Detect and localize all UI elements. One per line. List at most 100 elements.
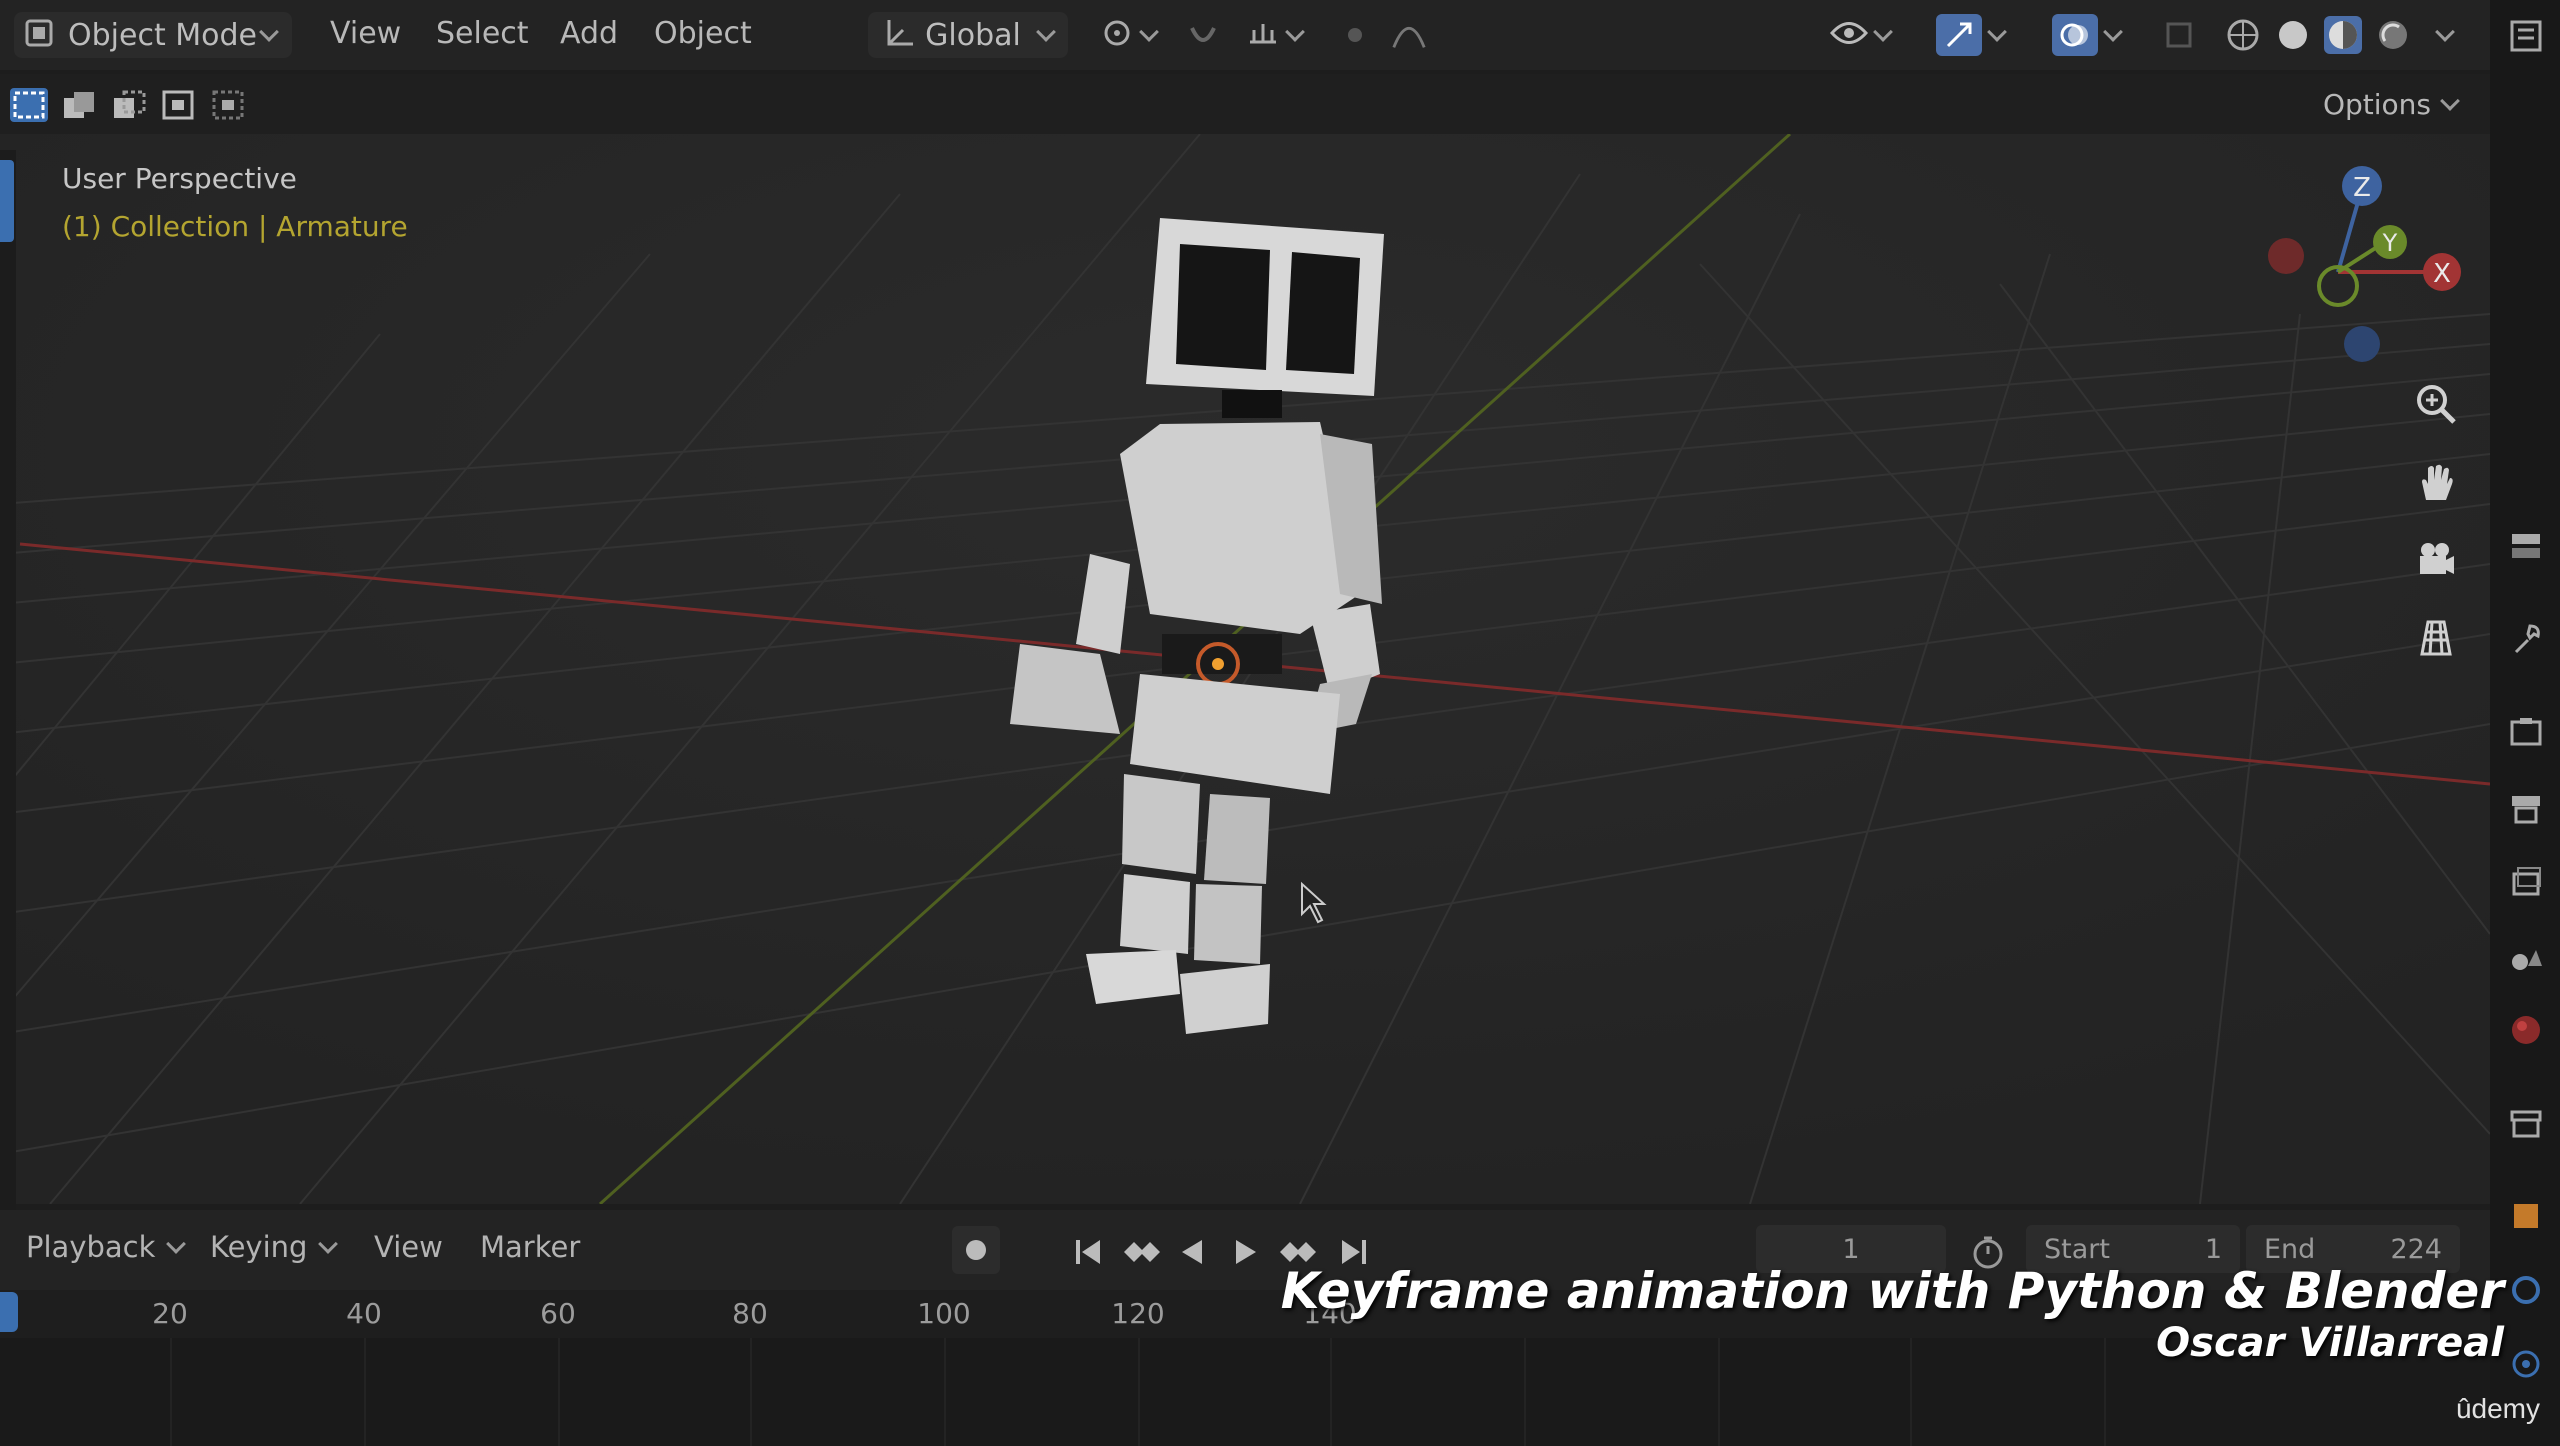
timeline-gridline [944,1338,946,1446]
transform-orientation-dropdown[interactable]: Global [868,12,1068,58]
snap-increment-icon [1246,16,1280,54]
timeline-view-menu[interactable]: View [374,1230,443,1264]
ruler-tick: 80 [732,1297,768,1330]
ruler-tick: 20 [152,1297,188,1330]
udemy-logo: ûdemy [2455,1393,2540,1424]
falloff-icon[interactable] [1390,16,1428,54]
object-properties-icon[interactable] [2508,1198,2544,1234]
wrench-icon[interactable] [2508,620,2544,656]
mode-label: Object Mode [68,17,257,53]
playhead-indicator[interactable] [0,1292,18,1332]
gizmo-x-label: X [2433,259,2451,289]
tool-properties-icon[interactable] [2508,528,2544,564]
jump-to-prev-keyframe-icon[interactable] [1120,1232,1160,1272]
material-preview-icon[interactable] [2324,16,2362,54]
scene-properties-icon[interactable] [2508,938,2544,974]
3d-viewport[interactable]: Z X Y [0,134,2490,1204]
ruler-tick: 100 [917,1297,971,1330]
pivot-icon [1100,16,1134,54]
gizmo-toggle[interactable] [1920,12,2020,58]
snap-icon[interactable] [1184,16,1222,54]
marker-menu[interactable]: Marker [480,1230,580,1264]
select-intersect-icon[interactable] [210,88,248,122]
overlays-toggle[interactable] [2036,12,2136,58]
chevron-down-icon [1035,22,1056,42]
play-reverse-icon[interactable] [1172,1232,1212,1272]
active-tool-indicator [0,160,14,242]
menu-view[interactable]: View [330,16,401,51]
axes-icon [883,16,917,54]
current-frame-value: 1 [1842,1233,1860,1265]
options-dropdown[interactable]: Options [2310,82,2470,126]
keying-menu[interactable]: Keying [210,1230,339,1264]
gizmo-neg-x[interactable] [2268,238,2304,274]
gizmo-z-label: Z [2353,173,2371,203]
menu-add[interactable]: Add [560,16,618,51]
solid-shading-icon[interactable] [2274,16,2312,54]
physics-properties-icon[interactable] [2508,1346,2544,1382]
timeline-gridline [1910,1338,1912,1446]
timeline-gridline [1138,1338,1140,1446]
viewport-title: User Perspective [62,162,297,195]
timeline-gridline [558,1338,560,1446]
jump-to-start-icon[interactable] [1068,1232,1108,1272]
pivot-point-dropdown[interactable] [1088,12,1168,58]
gizmo-neg-z[interactable] [2344,326,2380,362]
robot-right-foot [1180,964,1270,1034]
proportional-edit-icon[interactable] [1336,16,1374,54]
select-extend-icon[interactable] [60,88,98,122]
render-properties-icon[interactable] [2508,714,2544,750]
chevron-down-icon [2435,22,2455,42]
ruler-tick: 120 [1111,1297,1165,1330]
playback-menu[interactable]: Playback [26,1230,187,1264]
start-label: Start [2044,1233,2110,1265]
output-properties-icon[interactable] [2508,790,2544,826]
modifier-properties-icon[interactable] [2508,1272,2544,1308]
course-title-overlay: Keyframe animation with Python & Blender [1280,1262,2504,1320]
menu-select[interactable]: Select [436,16,529,51]
timeline-track-area[interactable] [0,1338,2490,1446]
pan-hand-icon[interactable] [2410,456,2462,508]
zoom-icon[interactable] [2410,378,2462,430]
menu-object[interactable]: Object [654,16,752,51]
chevron-down-icon [318,1234,339,1254]
viewport-grid: Z X Y [0,134,2490,1204]
shading-options-chevron[interactable] [2426,16,2464,54]
select-invert-icon[interactable] [160,88,198,122]
visibility-dropdown[interactable] [1820,12,1900,58]
chevron-down-icon [259,22,279,42]
gizmo-y-label: Y [2382,229,2398,257]
timeline-gridline [2104,1338,2106,1446]
world-properties-icon[interactable] [2508,1012,2544,1048]
chevron-down-icon [1987,22,2007,42]
outliner-icon[interactable] [2508,18,2544,54]
keying-label: Keying [210,1230,308,1264]
view-layer-icon[interactable] [2508,864,2544,900]
perspective-grid-icon[interactable] [2410,612,2462,664]
select-subtract-icon[interactable] [110,88,148,122]
xray-icon[interactable] [2160,16,2198,54]
mode-selector[interactable]: Object Mode [14,12,292,58]
eye-icon [1829,18,1869,52]
end-value: 224 [2390,1233,2442,1265]
rendered-shading-icon[interactable] [2374,16,2412,54]
robot-left-leg [1122,774,1200,874]
wireframe-shading-icon[interactable] [2224,16,2262,54]
overlays-icon [2052,14,2098,56]
properties-tabs-strip [2490,0,2560,1446]
options-label: Options [2322,87,2432,121]
select-new-icon[interactable] [10,88,48,122]
collection-properties-icon[interactable] [2508,1106,2544,1142]
timeline-gridline [1524,1338,1526,1446]
timeline-gridline [750,1338,752,1446]
end-label: End [2264,1233,2316,1265]
snap-target-dropdown[interactable] [1234,12,1314,58]
camera-icon[interactable] [2410,534,2462,586]
timeline-gridline [364,1338,366,1446]
tool-settings-bar [0,74,2490,134]
robot-right-leg [1204,794,1270,884]
record-button[interactable] [952,1226,1000,1274]
toolbar-strip[interactable] [0,150,16,1210]
play-icon[interactable] [1226,1232,1266,1272]
ruler-tick: 60 [540,1297,576,1330]
